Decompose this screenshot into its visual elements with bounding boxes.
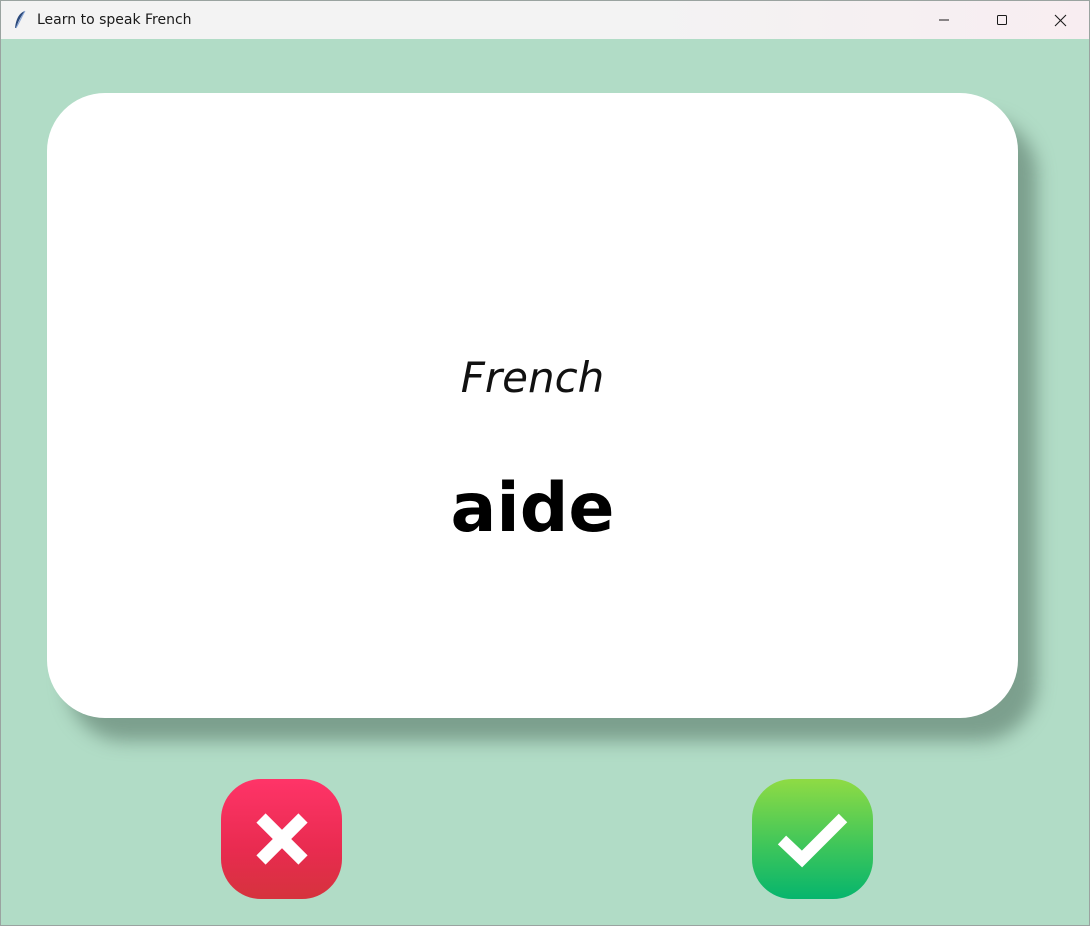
flash-card: French aide bbox=[47, 93, 1018, 718]
window-controls bbox=[915, 1, 1089, 39]
app-window: Learn to speak French French aide bbox=[0, 0, 1090, 926]
title-bar[interactable]: Learn to speak French bbox=[1, 1, 1089, 39]
wrong-button[interactable] bbox=[221, 779, 342, 899]
maximize-button[interactable] bbox=[973, 1, 1031, 39]
window-title: Learn to speak French bbox=[37, 12, 192, 28]
close-button[interactable] bbox=[1031, 1, 1089, 39]
card-word: aide bbox=[450, 469, 615, 548]
cross-icon bbox=[255, 813, 308, 865]
card-language-label: French bbox=[460, 353, 605, 402]
checkmark-icon bbox=[777, 813, 847, 868]
minimize-icon bbox=[939, 19, 949, 21]
close-icon bbox=[1054, 14, 1066, 26]
feather-icon bbox=[12, 10, 28, 30]
right-button[interactable] bbox=[752, 779, 873, 899]
maximize-icon bbox=[997, 15, 1007, 25]
minimize-button[interactable] bbox=[915, 1, 973, 39]
